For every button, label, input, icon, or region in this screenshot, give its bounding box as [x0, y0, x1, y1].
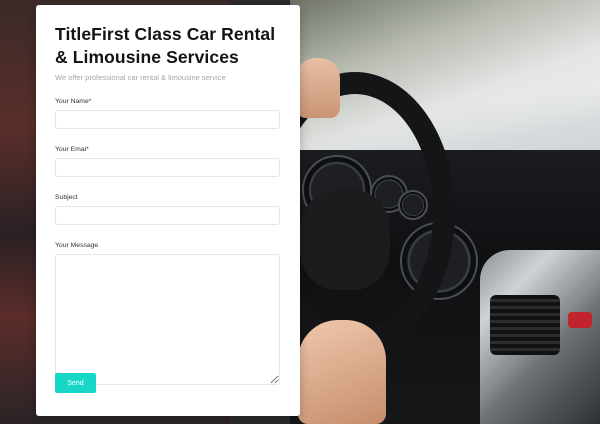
- message-field-group: Your Message: [55, 241, 281, 385]
- email-label: Your Emai*: [55, 146, 89, 153]
- name-input[interactable]: [55, 110, 280, 129]
- subject-input[interactable]: [55, 206, 280, 225]
- name-label: Your Name*: [55, 98, 92, 105]
- subject-field-group: Subject: [55, 193, 281, 225]
- air-vent: [490, 295, 560, 355]
- driver-hand-bottom: [298, 320, 386, 424]
- name-field-group: Your Name*: [55, 97, 281, 129]
- hazard-button: [568, 312, 592, 328]
- send-button[interactable]: Send: [55, 373, 96, 393]
- contact-form-card: TitleFirst Class Car Rental & Limousine …: [36, 5, 300, 416]
- driver-hand-top: [296, 58, 340, 118]
- form-title: TitleFirst Class Car Rental & Limousine …: [55, 24, 276, 67]
- email-field-group: Your Emai*: [55, 145, 281, 177]
- form-subtitle: We offer professional car rental & limou…: [55, 73, 226, 82]
- message-label: Your Message: [55, 242, 99, 249]
- subject-label: Subject: [55, 194, 78, 201]
- message-textarea[interactable]: [55, 254, 280, 385]
- email-input[interactable]: [55, 158, 280, 177]
